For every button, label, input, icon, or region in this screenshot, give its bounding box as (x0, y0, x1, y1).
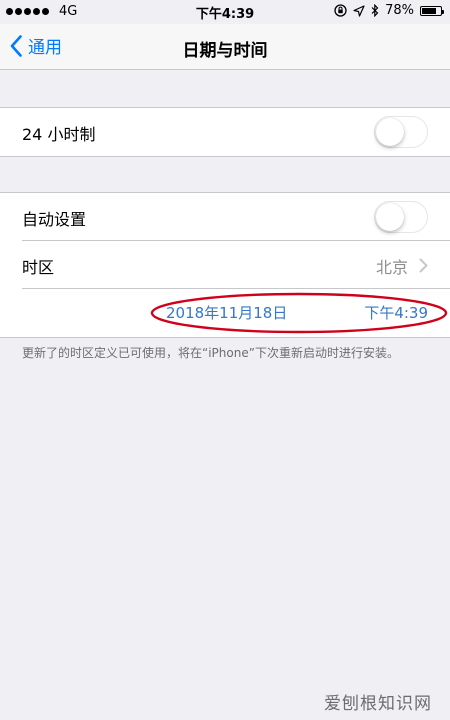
bluetooth-icon (371, 4, 379, 17)
navigation-bar: 通用 日期与时间 (0, 24, 450, 70)
row-date-time[interactable]: 2018年11月18日 下午4:39 (0, 289, 450, 337)
status-bar: 4G 下午4:39 78% (0, 0, 450, 24)
watermark-text: 爱刨根知识网 (324, 694, 432, 714)
time-zone-label: 时区 (22, 258, 55, 277)
toggle-knob (376, 203, 404, 231)
rotation-lock-icon (334, 4, 347, 17)
row-24-hour: 24 小时制 (0, 108, 450, 156)
row-time-zone[interactable]: 时区 北京 (0, 241, 450, 289)
chevron-right-icon (419, 258, 428, 273)
auto-set-toggle[interactable] (374, 201, 428, 233)
24-hour-toggle[interactable] (374, 116, 428, 148)
battery-fill (422, 7, 437, 14)
auto-set-label: 自动设置 (22, 210, 87, 229)
battery-icon (420, 5, 444, 16)
row-auto-set: 自动设置 (0, 193, 450, 241)
time-zone-footnote: 更新了的时区定义已可使用，将在“iPhone”下次重新启动时进行安装。 (22, 346, 399, 360)
page-title: 日期与时间 (182, 41, 268, 61)
battery-percent: 78% (385, 3, 414, 18)
time-zone-value: 北京 (375, 258, 408, 277)
location-icon (353, 4, 365, 17)
date-value: 2018年11月18日 (166, 304, 288, 322)
group-clock-format: 24 小时制 (0, 107, 450, 157)
toggle-knob (376, 118, 404, 146)
time-value: 下午4:39 (364, 304, 428, 322)
group-date-time: 自动设置 时区 北京 2018年11月18日 下午4:39 (0, 192, 450, 338)
status-right: 78% (334, 3, 444, 18)
24-hour-label: 24 小时制 (22, 125, 96, 144)
